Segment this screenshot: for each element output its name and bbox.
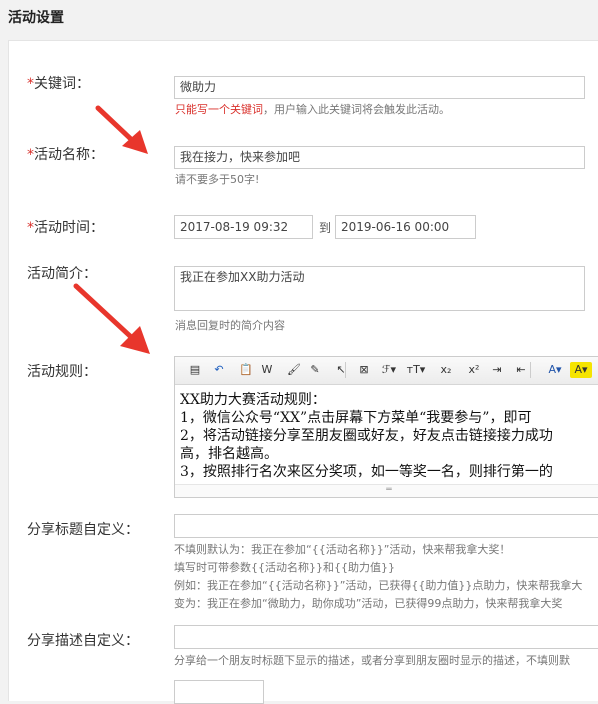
share-desc-hint: 分享给一个朋友时标题下显示的描述，或者分享到朋友圈时显示的描述，不填则默 bbox=[174, 654, 570, 667]
format-brush-icon[interactable]: 🖌 bbox=[283, 362, 305, 378]
source-icon[interactable]: ▤ bbox=[187, 362, 203, 378]
name-label: *活动名称： bbox=[27, 144, 104, 164]
time-label-text: 活动时间： bbox=[34, 220, 104, 236]
page-title: 活动设置 bbox=[8, 10, 64, 26]
time-to-label: 到 bbox=[319, 221, 332, 235]
highlight-icon[interactable]: A▾ bbox=[570, 362, 592, 378]
share-title-hint: 变为：我正在参加“微助力，助你成功”活动，已获得99点助力，快来帮我拿大奖 bbox=[174, 597, 563, 610]
rules-label: 活动规则： bbox=[27, 364, 97, 380]
time-label: *活动时间： bbox=[27, 217, 104, 237]
keyword-hint-warning: 只能写一个关键词 bbox=[175, 103, 263, 116]
name-input[interactable]: 我在接力，快来参加吧 bbox=[174, 146, 585, 169]
editor-line: 高，排名越高。 bbox=[180, 446, 278, 462]
keyword-hint-text: ，用户输入此关键词将会触发此活动。 bbox=[263, 103, 450, 116]
share-title-input[interactable] bbox=[174, 514, 598, 538]
keyword-label-text: 关键词： bbox=[34, 76, 90, 92]
start-time-input[interactable]: 2017-08-19 09:32 bbox=[174, 215, 313, 239]
share-title-label: 分享标题自定义： bbox=[27, 522, 139, 538]
annotation-arrow bbox=[73, 283, 150, 354]
required-mark: * bbox=[27, 220, 34, 236]
share-desc-input[interactable] bbox=[174, 625, 598, 649]
font-family-icon[interactable]: ℱ▾ bbox=[378, 362, 400, 378]
editor-content[interactable]: XX助力大赛活动规则： 1，微信公众号“XX”点击屏幕下方菜单“我要参与”，即可 2… bbox=[180, 391, 598, 481]
share-title-hint: 例如：我正在参加“{{活动名称}}”活动，已获得{{助力值}}点助力，快来帮我拿… bbox=[174, 579, 583, 592]
required-mark: * bbox=[27, 76, 34, 92]
name-hint: 请不要多于50字! bbox=[175, 173, 260, 186]
font-color-icon[interactable]: A▾ bbox=[544, 362, 566, 378]
name-label-text: 活动名称： bbox=[34, 147, 104, 163]
outdent-icon[interactable]: ⇤ bbox=[513, 362, 529, 378]
undo-icon[interactable]: ↶ bbox=[211, 362, 227, 378]
share-title-hint: 不填则默认为：我正在参加“{{活动名称}}”活动，快来帮我拿大奖！ bbox=[174, 543, 511, 556]
end-time-input[interactable]: 2019-06-16 00:00 bbox=[335, 215, 476, 239]
intro-textarea[interactable]: 我正在参加XX助力活动 bbox=[174, 266, 585, 311]
font-size-icon[interactable]: тT▾ bbox=[405, 362, 427, 378]
editor-line: 3，按照排行名次来区分奖项，如一等奖一名，则排行第一的 bbox=[180, 464, 553, 480]
rules-rich-editor[interactable]: ▤ ↶ 📋 W 🖌 ✎ ↖ ⊠ ℱ▾ тT▾ x₂ x² ⇥ ⇤ A▾ A▾ XX助力大赛活动规则： 1，微信公… bbox=[174, 356, 598, 498]
editor-line: 1，微信公众号“XX”点击屏幕下方菜单“我要参与”，即可 bbox=[180, 410, 532, 426]
toolbar-separator bbox=[530, 362, 531, 378]
editor-toolbar: ▤ ↶ 📋 W 🖌 ✎ ↖ ⊠ ℱ▾ тT▾ x₂ x² ⇥ ⇤ A▾ A▾ bbox=[175, 357, 598, 385]
share-title-hint: 填写时可带参数{{活动名称}}和{{助力值}} bbox=[174, 561, 395, 574]
clear-format-icon[interactable]: ⊠ bbox=[356, 362, 372, 378]
paste-icon[interactable]: 📋 bbox=[235, 362, 257, 378]
subscript-icon[interactable]: x₂ bbox=[435, 362, 457, 378]
share-desc-label: 分享描述自定义： bbox=[27, 633, 139, 649]
editor-resize-handle[interactable]: ═ bbox=[175, 484, 598, 497]
intro-hint: 消息回复时的简介内容 bbox=[175, 319, 285, 332]
keyword-input[interactable]: 微助力 bbox=[174, 76, 585, 99]
editor-line: XX助力大赛活动规则： bbox=[180, 392, 326, 408]
editor-line: 2，将活动链接分享至朋友圈或好友，好友点击链接接力成功 bbox=[180, 428, 553, 444]
superscript-icon[interactable]: x² bbox=[463, 362, 485, 378]
keyword-label: *关键词： bbox=[27, 73, 90, 93]
paste-text-icon[interactable]: ✎ bbox=[307, 362, 323, 378]
keyword-hint: 只能写一个关键词，用户输入此关键词将会触发此活动。 bbox=[175, 101, 450, 117]
indent-icon[interactable]: ⇥ bbox=[489, 362, 505, 378]
toolbar-separator bbox=[345, 362, 346, 378]
next-field-input[interactable] bbox=[174, 680, 264, 704]
required-mark: * bbox=[27, 147, 34, 163]
select-icon[interactable]: ↖ bbox=[333, 362, 349, 378]
paste-word-icon[interactable]: W bbox=[259, 362, 275, 378]
